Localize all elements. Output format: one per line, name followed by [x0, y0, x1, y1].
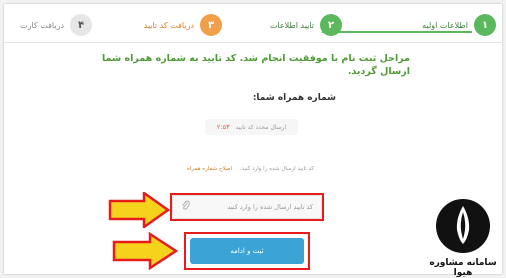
step-confirm-info: ۲ تایید اطلاعات [270, 10, 342, 40]
steps-divider [4, 42, 502, 43]
code-placeholder: کد تایید ارسال شده را وارد کنید [227, 203, 313, 211]
edit-phone-link[interactable]: اصلاح شماره همراه [187, 166, 232, 172]
step-label: تایید اطلاعات [269, 20, 314, 30]
submit-continue-button[interactable]: ثبت و ادامه [190, 238, 304, 264]
countdown-timer: ۲:۵۳ [216, 123, 230, 131]
step-label: اطلاعات اولیه [422, 20, 468, 30]
success-message: مراحل ثبت نام با موفقیت انجام شد. کد تای… [101, 53, 410, 77]
step-number: ۲ [320, 14, 342, 36]
step-number: ۱ [474, 14, 496, 36]
resend-code-button[interactable]: ارسال مجدد کد تایید ۲:۵۳ [205, 119, 298, 135]
step-label: دریافت کارت [20, 20, 64, 30]
arrow-icon-top [108, 192, 170, 228]
resend-label: ارسال مجدد کد تایید [235, 123, 287, 131]
step-label: دریافت کد تایید [143, 20, 194, 30]
verification-code-input[interactable]: کد تایید ارسال شده را وارد کنید [172, 195, 322, 219]
arrow-icon-bottom [112, 232, 178, 270]
progress-steps: ۱ اطلاعات اولیه ۲ تایید اطلاعات ۳ دریافت… [4, 10, 502, 40]
paperclip-icon [181, 200, 190, 214]
phone-label: شماره همراه شما: [252, 93, 336, 103]
step-confirm-code: ۳ دریافت کد تایید [144, 10, 222, 40]
hint-text: کد تایید ارسال شده را وارد کنید. [239, 166, 314, 172]
logo-text: سامانه مشاوره هیوا [429, 258, 497, 278]
step-receive-card: ۴ دریافت کارت [20, 10, 92, 40]
code-hint: کد تایید ارسال شده را وارد کنید. اصلاح ش… [187, 166, 314, 172]
step-number: ۴ [70, 14, 92, 36]
step-number: ۳ [200, 14, 222, 36]
step-initial-info: ۱ اطلاعات اولیه [422, 10, 496, 40]
